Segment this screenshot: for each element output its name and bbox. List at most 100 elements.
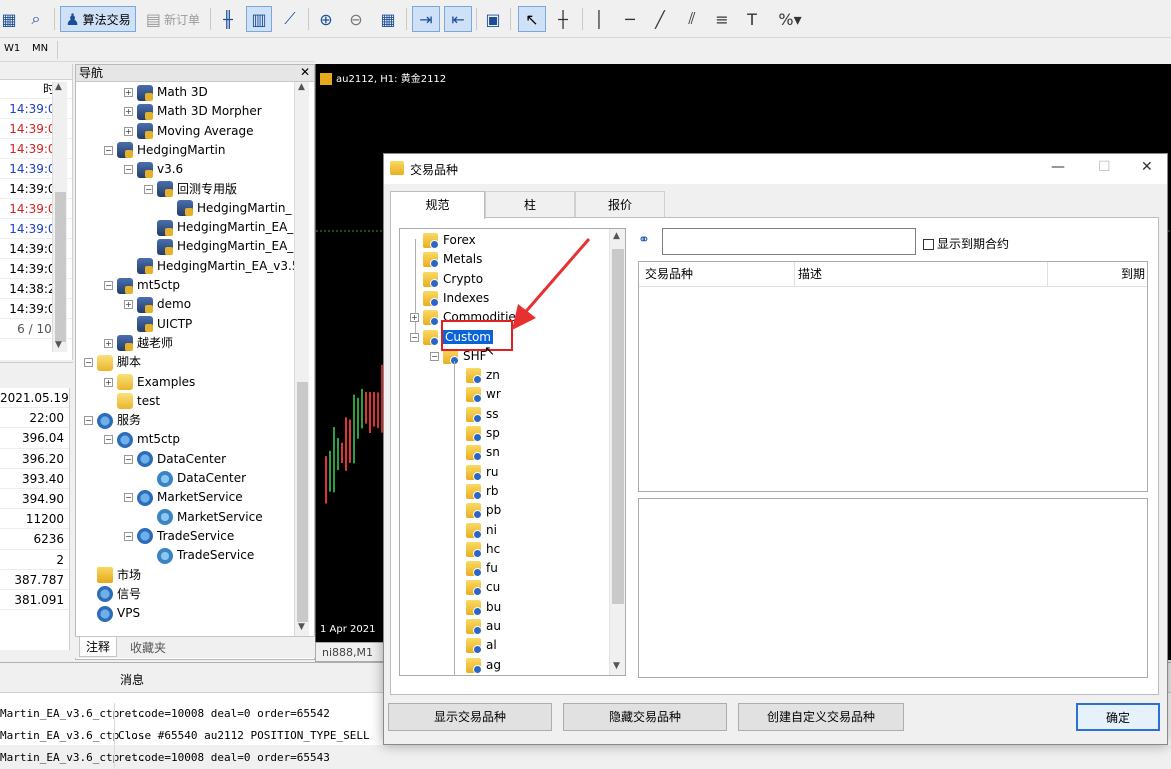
navigator-item[interactable]: MarketService (144, 508, 263, 527)
expand-icon[interactable]: + (124, 126, 133, 136)
expand-icon[interactable]: + (124, 300, 133, 310)
search-chart-icon[interactable]: ⌕ (25, 6, 47, 32)
navigator-item[interactable]: HedgingMartin_EA_ (144, 218, 293, 237)
vertical-line-icon[interactable]: │ (588, 6, 610, 32)
navigator-item[interactable]: − 服务 (84, 411, 141, 430)
close-icon[interactable]: ✕ (1141, 159, 1153, 175)
expand-icon[interactable]: + (124, 107, 133, 117)
zoom-out-icon[interactable]: ⊖ (344, 6, 368, 32)
tab-specification[interactable]: 规范 (390, 191, 485, 219)
collapse-icon[interactable]: − (144, 184, 153, 194)
navigator-item[interactable]: − 回测专用版 (144, 180, 237, 199)
hide-symbol-button[interactable]: 隐藏交易品种 (563, 703, 727, 731)
symbol-item[interactable]: ss (466, 405, 499, 424)
line-chart-icon[interactable]: ⟋ (278, 6, 302, 32)
timeframe-mn[interactable]: MN (32, 43, 48, 54)
symbol-column-header[interactable]: 交易品种 (645, 262, 795, 286)
scroll-up-icon[interactable]: ▲ (613, 231, 620, 241)
fibonacci-icon[interactable]: ≡ (710, 6, 734, 32)
scroll-up-icon[interactable]: ▲ (298, 82, 305, 92)
navigator-item[interactable]: − DataCenter (124, 450, 226, 469)
collapse-icon[interactable]: − (430, 351, 439, 361)
message-column-header[interactable]: 消息 (120, 671, 144, 688)
collapse-icon[interactable]: − (84, 416, 93, 426)
scroll-down-icon[interactable]: ▼ (613, 661, 620, 671)
scroll-up-icon[interactable]: ▲ (55, 82, 62, 92)
symbol-item[interactable]: ag (466, 656, 501, 675)
navigator-item[interactable]: + demo (124, 295, 191, 314)
symbol-item[interactable]: bu (466, 598, 501, 617)
symbol-tree-scrollbar[interactable]: ▲ ▼ (609, 229, 625, 675)
expand-icon[interactable]: − (410, 332, 419, 342)
close-icon[interactable]: ✕ (300, 65, 310, 79)
shapes-dropdown-icon[interactable]: %▾ (770, 6, 810, 32)
navigator-item[interactable]: − 脚本 (84, 353, 141, 372)
timeframe-w1[interactable]: W1 (4, 43, 20, 54)
create-custom-symbol-button[interactable]: 创建自定义交易品种 (738, 703, 904, 731)
navigator-item[interactable]: + Math 3D Morpher (124, 102, 262, 121)
symbol-item[interactable]: cu (466, 578, 500, 597)
scroll-down-icon[interactable]: ▼ (298, 622, 305, 632)
tab-comments[interactable]: 注释 (79, 637, 118, 657)
symbol-item[interactable]: ni (466, 521, 497, 540)
collapse-icon[interactable]: − (124, 531, 133, 541)
description-column-header[interactable]: 描述 (798, 262, 1048, 286)
symbol-item[interactable]: fu (466, 559, 498, 578)
auto-scroll-icon[interactable]: ⇥ (412, 6, 440, 32)
scroll-down-icon[interactable]: ▼ (55, 340, 62, 350)
show-symbol-button[interactable]: 显示交易品种 (388, 703, 552, 731)
tab-ticks[interactable]: 报价 (575, 191, 665, 218)
zoom-in-icon[interactable]: ⊕ (314, 6, 338, 32)
text-tool-icon[interactable]: T (740, 6, 764, 32)
expand-icon[interactable]: + (104, 338, 113, 348)
expand-icon[interactable]: + (124, 88, 133, 97)
tab-favorites[interactable]: 收藏夹 (130, 639, 166, 656)
navigator-item[interactable]: VPS (84, 604, 140, 623)
channel-icon[interactable]: ⫽ (680, 6, 704, 32)
checkbox-icon[interactable] (923, 239, 934, 250)
symbol-item[interactable]: hc (466, 540, 500, 559)
expand-icon[interactable]: + (104, 377, 113, 387)
symbol-item[interactable]: rb (466, 482, 499, 501)
crosshair-icon[interactable]: ┼ (550, 6, 576, 32)
show-expired-checkbox[interactable]: 显示到期合约 (923, 235, 1009, 252)
tab-bars[interactable]: 柱 (485, 191, 575, 218)
symbol-item[interactable]: pb (466, 501, 501, 520)
symbol-group-metals[interactable]: Metals (410, 250, 482, 269)
symbol-item[interactable]: sn (466, 443, 500, 462)
navigator-item[interactable]: − mt5ctp (104, 430, 180, 449)
symbol-group-indexes[interactable]: Indexes (410, 289, 489, 308)
navigator-item[interactable]: − HedgingMartin (104, 141, 225, 160)
cursor-icon[interactable]: ↖ (518, 6, 546, 32)
collapse-icon[interactable]: − (84, 358, 93, 368)
search-input[interactable] (662, 228, 916, 255)
new-order-button[interactable]: ▤ 新订单 (142, 6, 204, 32)
candlestick-icon[interactable]: ▥ (246, 6, 272, 32)
horizontal-line-icon[interactable]: ─ (618, 6, 642, 32)
navigator-item[interactable]: HedgingMartin_EA_ (144, 237, 293, 256)
collapse-icon[interactable]: − (104, 281, 113, 290)
navigator-item[interactable]: − MarketService (124, 488, 243, 507)
minimize-icon[interactable]: — (1051, 159, 1065, 175)
symbol-item[interactable]: au (466, 617, 501, 636)
symbol-group-forex[interactable]: Forex (410, 231, 476, 250)
navigator-item[interactable]: + Math 3D (124, 83, 208, 102)
navigator-item[interactable]: 市场 (84, 566, 141, 585)
navigator-item[interactable]: DataCenter (144, 469, 246, 488)
collapse-icon[interactable]: − (124, 493, 133, 503)
symbol-item[interactable]: wr (466, 385, 501, 404)
terminal-icon[interactable]: ▦ (0, 6, 18, 32)
collapse-icon[interactable]: − (124, 454, 133, 464)
navigator-item[interactable]: HedgingMartin_ (164, 199, 291, 218)
bar-chart-icon[interactable]: ╫ (216, 6, 240, 32)
chart-tab[interactable]: ni888,M1 (315, 642, 385, 662)
expand-icon[interactable]: + (410, 313, 419, 323)
symbol-group-crypto[interactable]: Crypto (410, 270, 483, 289)
symbol-item[interactable]: al (466, 636, 497, 655)
navigator-item[interactable]: + Examples (104, 373, 195, 392)
indicators-icon[interactable]: ▣ (480, 6, 506, 32)
navigator-item[interactable]: 信号 (84, 585, 141, 604)
chart-shift-icon[interactable]: ⇤ (444, 6, 472, 32)
symbol-item[interactable]: ru (466, 463, 499, 482)
navigator-item[interactable]: test (104, 392, 160, 411)
